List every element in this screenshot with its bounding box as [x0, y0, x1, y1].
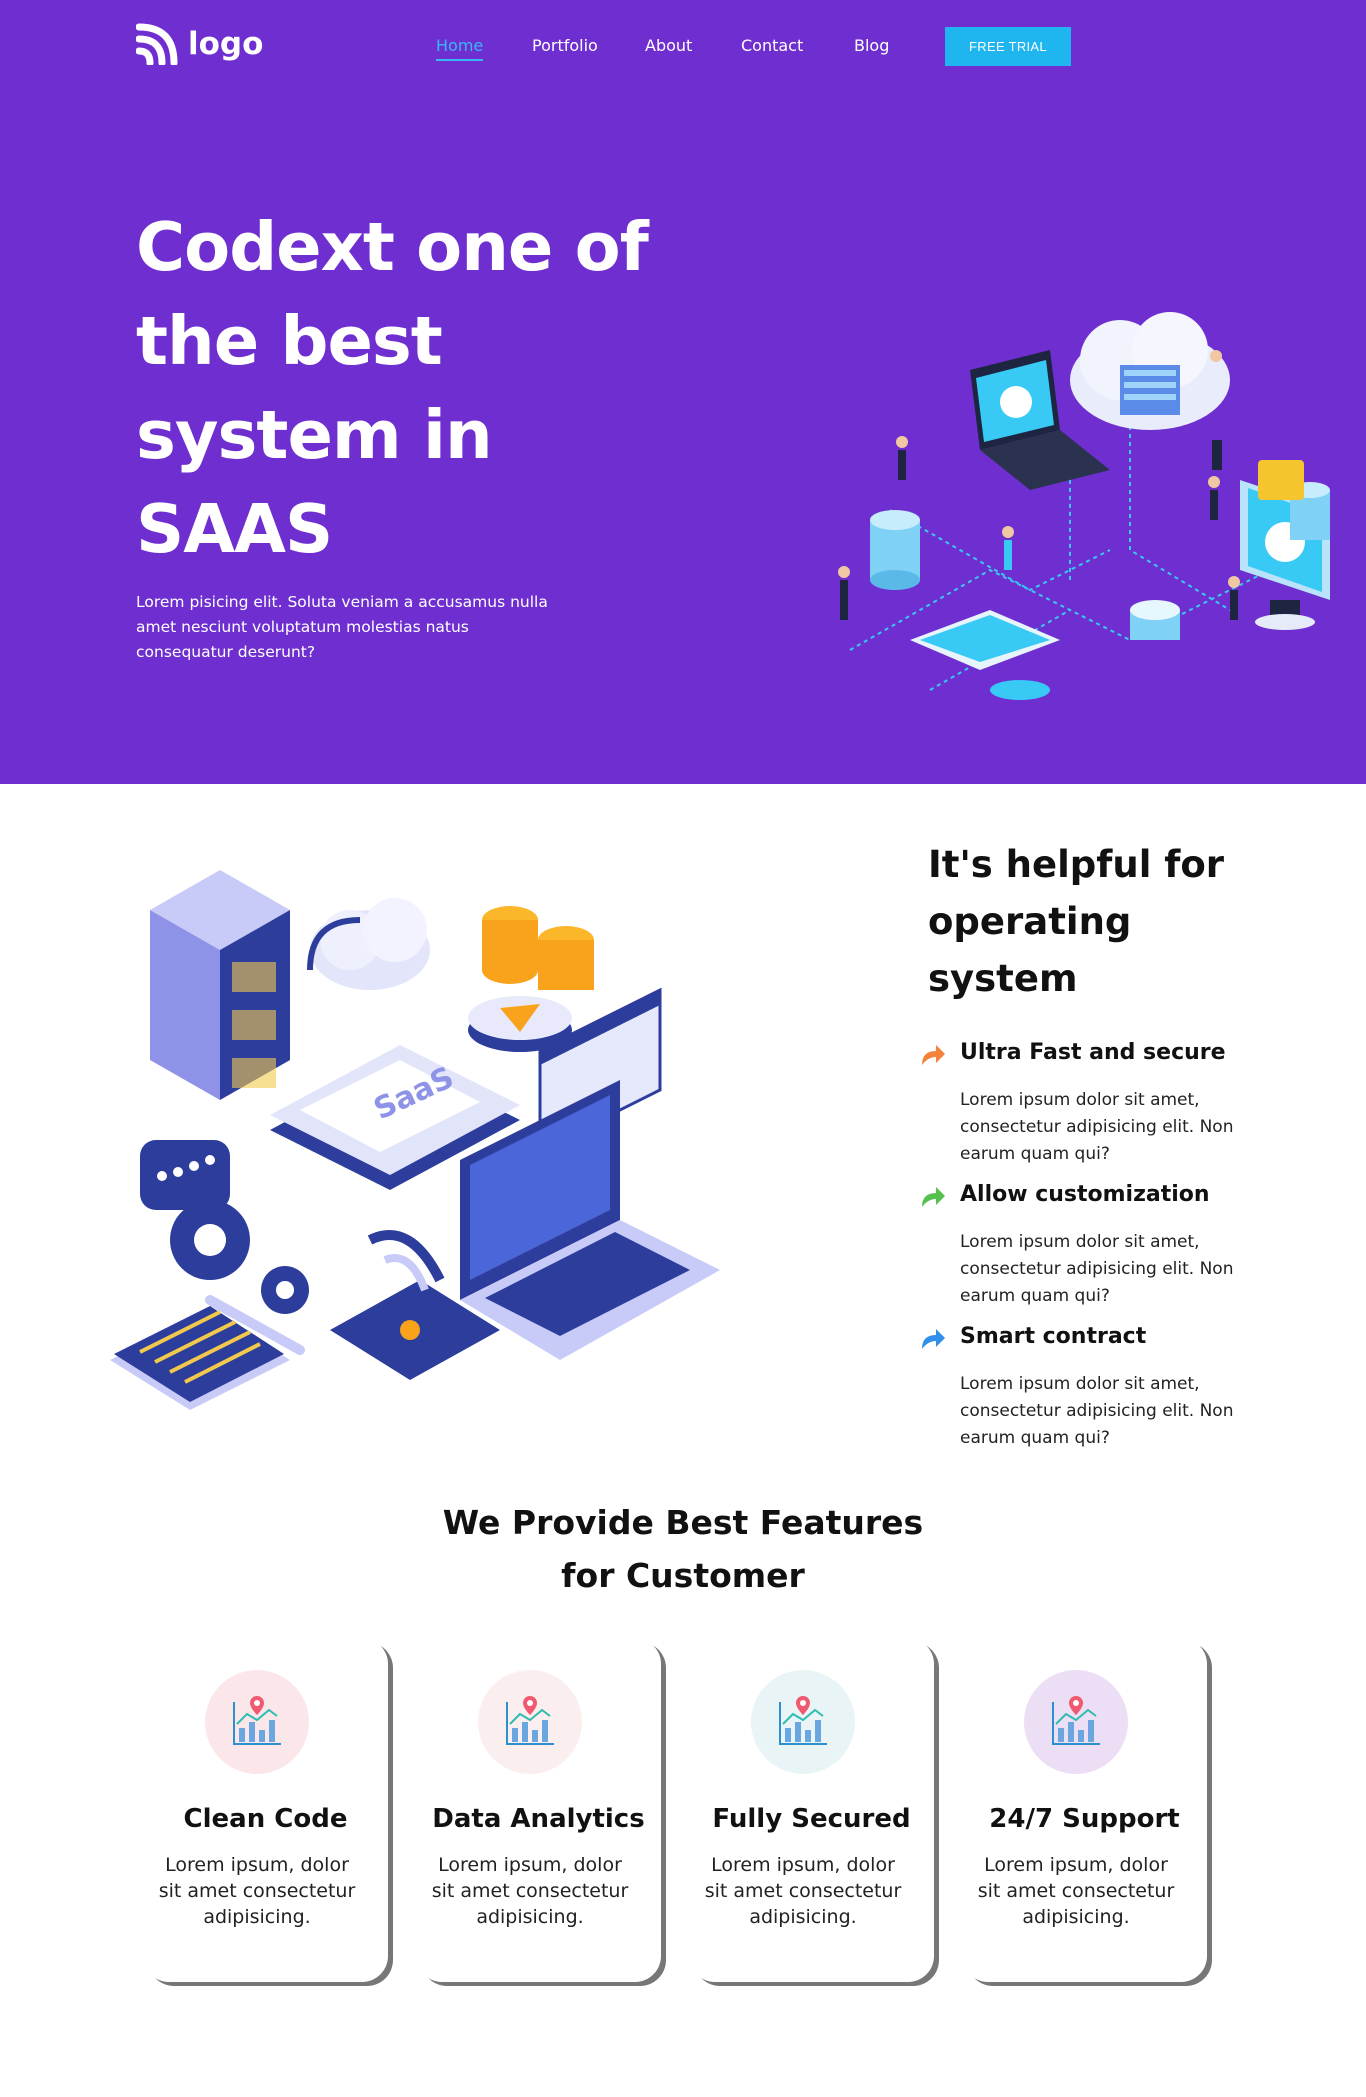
share-arrow-icon — [922, 1045, 945, 1065]
feature-description: Lorem ipsum dolor sit amet, consectetur … — [960, 1090, 1234, 1164]
logo[interactable]: logo — [136, 22, 263, 66]
card-icon-circle — [751, 1670, 855, 1774]
coins-icon — [482, 906, 594, 990]
helpful-title-line: operating — [928, 900, 1132, 943]
card-title: 24/7 Support — [989, 1804, 1180, 1834]
phone-icon — [910, 610, 1060, 670]
nav-portfolio[interactable]: Portfolio — [532, 36, 598, 55]
feature-item: Ultra Fast and secure Lorem ipsum dolor … — [918, 1040, 1278, 1182]
logo-text: logo — [188, 26, 264, 62]
feature-item: Smart contract Lorem ipsum dolor sit ame… — [918, 1324, 1278, 1466]
hero-title-line: system in — [136, 396, 493, 474]
nav-contact[interactable]: Contact — [741, 36, 803, 55]
hero-title: Codext one of the best system in SAAS — [136, 200, 696, 576]
card-description: Lorem ipsum, dolor sit amet consectetur … — [977, 1854, 1175, 1928]
feature-title: Smart contract — [960, 1324, 1147, 1349]
card-description: Lorem ipsum, dolor sit amet consectetur … — [704, 1854, 902, 1928]
helpful-title-line: system — [928, 957, 1078, 1000]
hero-title-line: Codext one of — [136, 208, 649, 286]
share-arrow-icon — [922, 1187, 945, 1207]
server-rack-icon — [150, 870, 290, 1100]
analytics-chart-icon — [233, 1696, 281, 1745]
notepad-icon — [110, 1306, 290, 1410]
cloud-icon — [307, 898, 430, 990]
card-description: Lorem ipsum, dolor sit amet consectetur … — [158, 1854, 356, 1928]
card-title: Data Analytics — [432, 1804, 645, 1834]
feature-item: Allow customization Lorem ipsum dolor si… — [918, 1182, 1278, 1324]
share-arrow-icon — [922, 1329, 945, 1349]
feature-card-clean-code[interactable]: Clean Code Lorem ipsum, dolor sit amet c… — [143, 1638, 388, 1982]
card-title: Clean Code — [183, 1804, 348, 1834]
nav-about[interactable]: About — [645, 36, 692, 55]
card-title: Fully Secured — [712, 1804, 911, 1834]
card-icon-circle — [1024, 1670, 1128, 1774]
logo-icon — [136, 23, 178, 65]
card-icon-circle — [478, 1670, 582, 1774]
feature-card-data-analytics[interactable]: Data Analytics Lorem ipsum, dolor sit am… — [416, 1638, 661, 1982]
free-trial-button[interactable]: FREE TRIAL — [945, 27, 1071, 66]
saas-illustration: SaaS — [110, 870, 720, 1410]
hero-title-line: the best — [136, 302, 443, 380]
cloud-network-illustration — [838, 312, 1330, 700]
best-features-title: We Provide Best Features for Customer — [383, 1496, 983, 1602]
nav-home[interactable]: Home — [436, 36, 484, 61]
helpful-title-line: It's helpful for — [928, 843, 1225, 886]
feature-card-support[interactable]: 24/7 Support Lorem ipsum, dolor sit amet… — [962, 1638, 1207, 1982]
card-icon-circle — [205, 1670, 309, 1774]
hero-description: Lorem pisicing elit. Soluta veniam a acc… — [136, 593, 548, 661]
best-features-title-line: We Provide Best Features — [442, 1503, 924, 1542]
feature-card-fully-secured[interactable]: Fully Secured Lorem ipsum, dolor sit ame… — [689, 1638, 934, 1982]
folder-icon — [1258, 460, 1304, 500]
hero-title-line: SAAS — [136, 490, 333, 568]
gear-icon — [170, 1200, 309, 1314]
feature-title: Allow customization — [960, 1182, 1210, 1207]
helpful-title: It's helpful for operating system — [928, 836, 1268, 1007]
feature-list: Ultra Fast and secure Lorem ipsum dolor … — [918, 1040, 1278, 1466]
cloud-server-icon — [1070, 312, 1230, 430]
feature-description: Lorem ipsum dolor sit amet, consectetur … — [960, 1374, 1234, 1448]
nav-blog[interactable]: Blog — [854, 36, 889, 55]
analytics-chart-icon — [1052, 1696, 1100, 1745]
analytics-chart-icon — [506, 1696, 554, 1745]
best-features-title-line: for Customer — [561, 1556, 805, 1595]
chat-bubble-icon — [140, 1140, 230, 1210]
feature-title: Ultra Fast and secure — [960, 1040, 1226, 1065]
hero-section: logo Home Portfolio About Contact Blog F… — [0, 0, 1366, 784]
card-description: Lorem ipsum, dolor sit amet consectetur … — [431, 1854, 629, 1928]
feature-description: Lorem ipsum dolor sit amet, consectetur … — [960, 1232, 1234, 1306]
analytics-chart-icon — [779, 1696, 827, 1745]
